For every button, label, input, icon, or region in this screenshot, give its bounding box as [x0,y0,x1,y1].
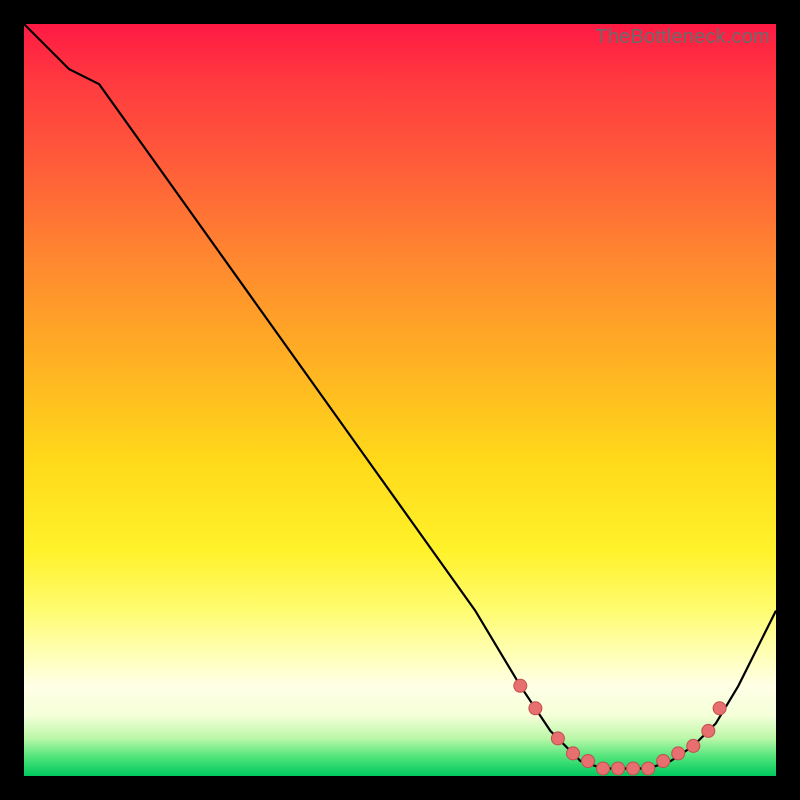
chart-frame: TheBottleneck.com [0,0,800,800]
marker-dot [567,747,580,760]
highlight-markers [514,679,726,775]
marker-dot [642,762,655,775]
marker-dot [529,702,542,715]
bottleneck-curve [24,24,776,769]
marker-dot [551,732,564,745]
marker-dot [582,755,595,768]
marker-dot [627,762,640,775]
marker-dot [657,755,670,768]
marker-dot [672,747,685,760]
marker-dot [514,679,527,692]
marker-dot [702,724,715,737]
marker-dot [597,762,610,775]
chart-plot-area: TheBottleneck.com [24,24,776,776]
marker-dot [612,762,625,775]
chart-svg [24,24,776,776]
marker-dot [713,702,726,715]
marker-dot [687,739,700,752]
